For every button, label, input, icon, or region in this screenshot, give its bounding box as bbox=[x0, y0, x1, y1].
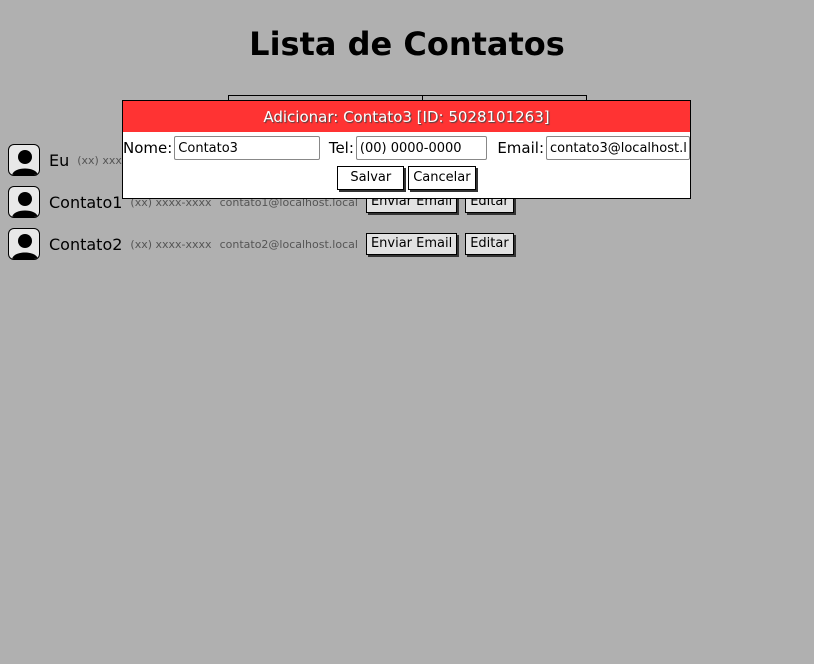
add-contact-dialog: Adicionar: Contato3 [ID: 5028101263] Nom… bbox=[122, 100, 691, 199]
avatar-icon bbox=[8, 228, 40, 260]
dialog-title: Adicionar: Contato3 [ID: 5028101263] bbox=[123, 101, 690, 132]
email-input[interactable] bbox=[546, 136, 690, 160]
contact-name: Contato1 bbox=[49, 192, 123, 212]
contact-email: contato2@localhost.local bbox=[219, 237, 358, 251]
page-title: Lista de Contatos bbox=[249, 25, 565, 63]
form-row: Nome: Tel: Email: bbox=[123, 132, 690, 164]
tel-input[interactable] bbox=[355, 136, 487, 160]
dialog-actions: Salvar Cancelar bbox=[123, 166, 690, 190]
edit-button[interactable]: Editar bbox=[465, 233, 514, 255]
tel-label: Tel: bbox=[328, 139, 354, 157]
cancel-button[interactable]: Cancelar bbox=[408, 166, 476, 190]
contact-phone: (xx) xxxx-xxxx bbox=[130, 237, 212, 251]
save-button[interactable]: Salvar bbox=[337, 166, 405, 190]
name-label: Nome: bbox=[123, 139, 173, 157]
avatar-icon bbox=[8, 144, 40, 176]
avatar-icon bbox=[8, 186, 40, 218]
contact-name: Contato2 bbox=[49, 234, 123, 254]
contact-row: Contato2 (xx) xxxx-xxxx contato2@localho… bbox=[8, 226, 514, 262]
send-email-button[interactable]: Enviar Email bbox=[365, 233, 458, 255]
name-input[interactable] bbox=[174, 136, 321, 160]
contact-phone: (xx) xxxx bbox=[77, 153, 129, 167]
email-label: Email: bbox=[497, 139, 544, 157]
contact-name: Eu bbox=[49, 150, 70, 170]
